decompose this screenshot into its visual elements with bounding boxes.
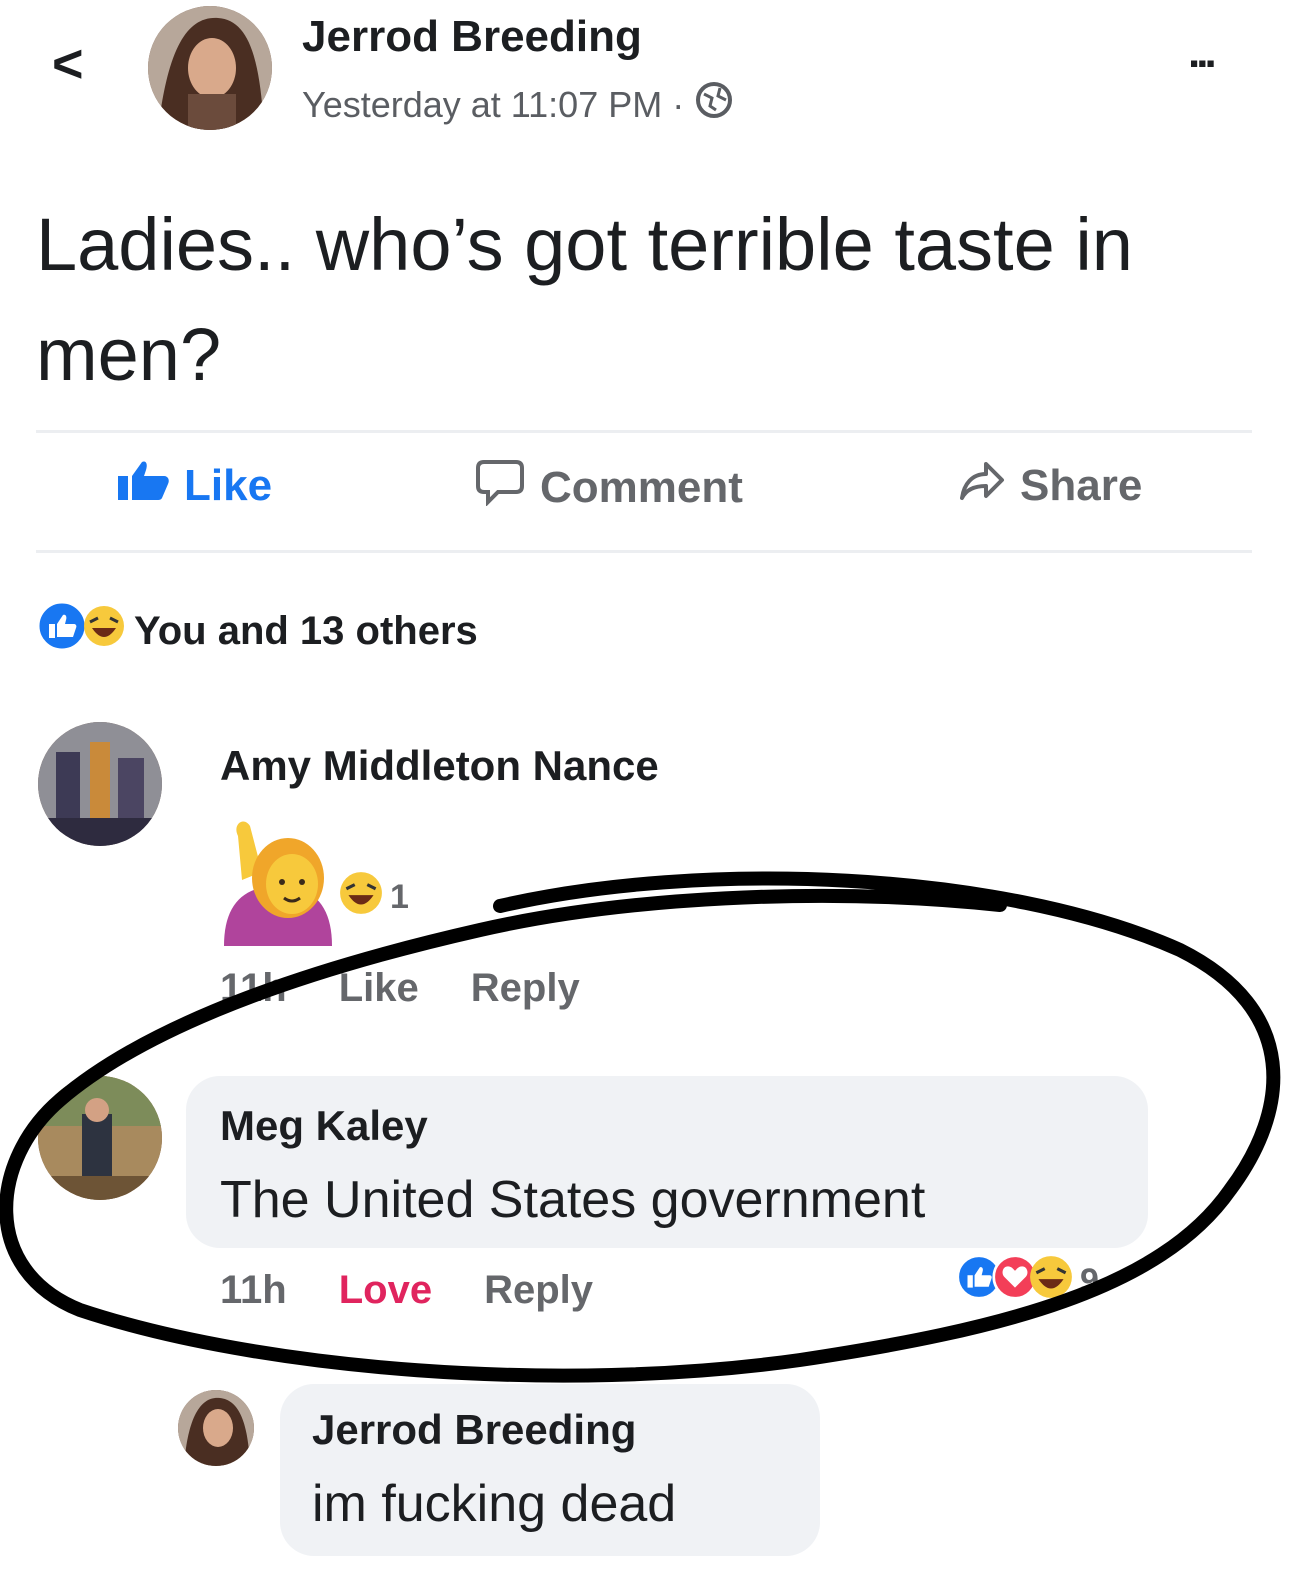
divider-top bbox=[36, 430, 1252, 433]
comment-reply-button[interactable]: Reply bbox=[471, 966, 580, 1011]
like-label: Like bbox=[184, 460, 273, 510]
like-reaction-icon bbox=[36, 600, 88, 662]
back-button[interactable]: < bbox=[52, 37, 100, 91]
reaction-summary[interactable]: You and 13 others bbox=[36, 600, 478, 662]
reply-text: im fucking dead bbox=[312, 1475, 677, 1533]
like-button[interactable]: Like bbox=[116, 458, 272, 513]
avatar-image bbox=[148, 6, 272, 130]
comment-avatar[interactable] bbox=[38, 722, 162, 846]
comment-icon bbox=[474, 458, 526, 517]
comment-actions: 11h Like Reply bbox=[220, 966, 580, 1011]
more-options-icon[interactable]: ... bbox=[1188, 31, 1217, 75]
comment-like-button[interactable]: Like bbox=[339, 966, 419, 1011]
reply-author[interactable]: Jerrod Breeding bbox=[312, 1406, 636, 1454]
thumbs-up-icon bbox=[116, 458, 170, 513]
comment-author[interactable]: Amy Middleton Nance bbox=[220, 742, 659, 790]
divider-bottom bbox=[36, 550, 1252, 553]
globe-icon bbox=[694, 80, 734, 129]
avatar-image bbox=[38, 1076, 162, 1200]
comment-love-button[interactable]: Love bbox=[339, 1268, 432, 1313]
avatar-image bbox=[38, 722, 162, 846]
comment-time: 11h bbox=[220, 966, 287, 1010]
reaction-summary-text: You and 13 others bbox=[134, 608, 478, 653]
avatar-image bbox=[178, 1390, 254, 1466]
share-icon bbox=[958, 458, 1006, 513]
comment-bubble: Meg Kaley The United States government bbox=[186, 1076, 1148, 1248]
reply-avatar[interactable] bbox=[178, 1390, 254, 1466]
post-text: Ladies.. who’s got terrible taste in men… bbox=[36, 203, 1133, 396]
post-author[interactable]: Jerrod Breeding bbox=[302, 12, 642, 62]
reaction-count: 1 bbox=[390, 878, 409, 916]
comment-actions: 11h Love Reply bbox=[220, 1268, 593, 1313]
comment-text: The United States government bbox=[220, 1171, 926, 1229]
meta-separator: · bbox=[672, 83, 685, 125]
comment-author[interactable]: Meg Kaley bbox=[220, 1102, 428, 1150]
comment-reply-button[interactable]: Reply bbox=[484, 1268, 593, 1313]
haha-reaction-icon bbox=[338, 870, 384, 925]
share-button[interactable]: Share bbox=[958, 458, 1142, 513]
comment-time: 11h bbox=[220, 1268, 287, 1312]
comment-button[interactable]: Comment bbox=[474, 458, 743, 517]
haha-reaction-icon bbox=[82, 600, 126, 662]
post-meta: Yesterday at 11:07 PM · bbox=[302, 80, 734, 129]
author-avatar[interactable] bbox=[148, 6, 272, 130]
comment-label: Comment bbox=[540, 462, 743, 512]
haha-reaction-icon bbox=[1028, 1254, 1074, 1309]
share-label: Share bbox=[1020, 460, 1143, 510]
reaction-count: 9 bbox=[1080, 1262, 1099, 1300]
comment-avatar[interactable] bbox=[38, 1076, 162, 1200]
post-actions: Like Comment Share bbox=[36, 458, 1252, 538]
raising-hand-emoji bbox=[222, 816, 334, 951]
post-timestamp[interactable]: Yesterday at 11:07 PM bbox=[302, 84, 662, 126]
reply-bubble: Jerrod Breeding im fucking dead bbox=[280, 1384, 820, 1556]
comment-reactions[interactable]: 9 bbox=[956, 1254, 1099, 1309]
comment-reactions[interactable]: 1 bbox=[338, 870, 409, 925]
